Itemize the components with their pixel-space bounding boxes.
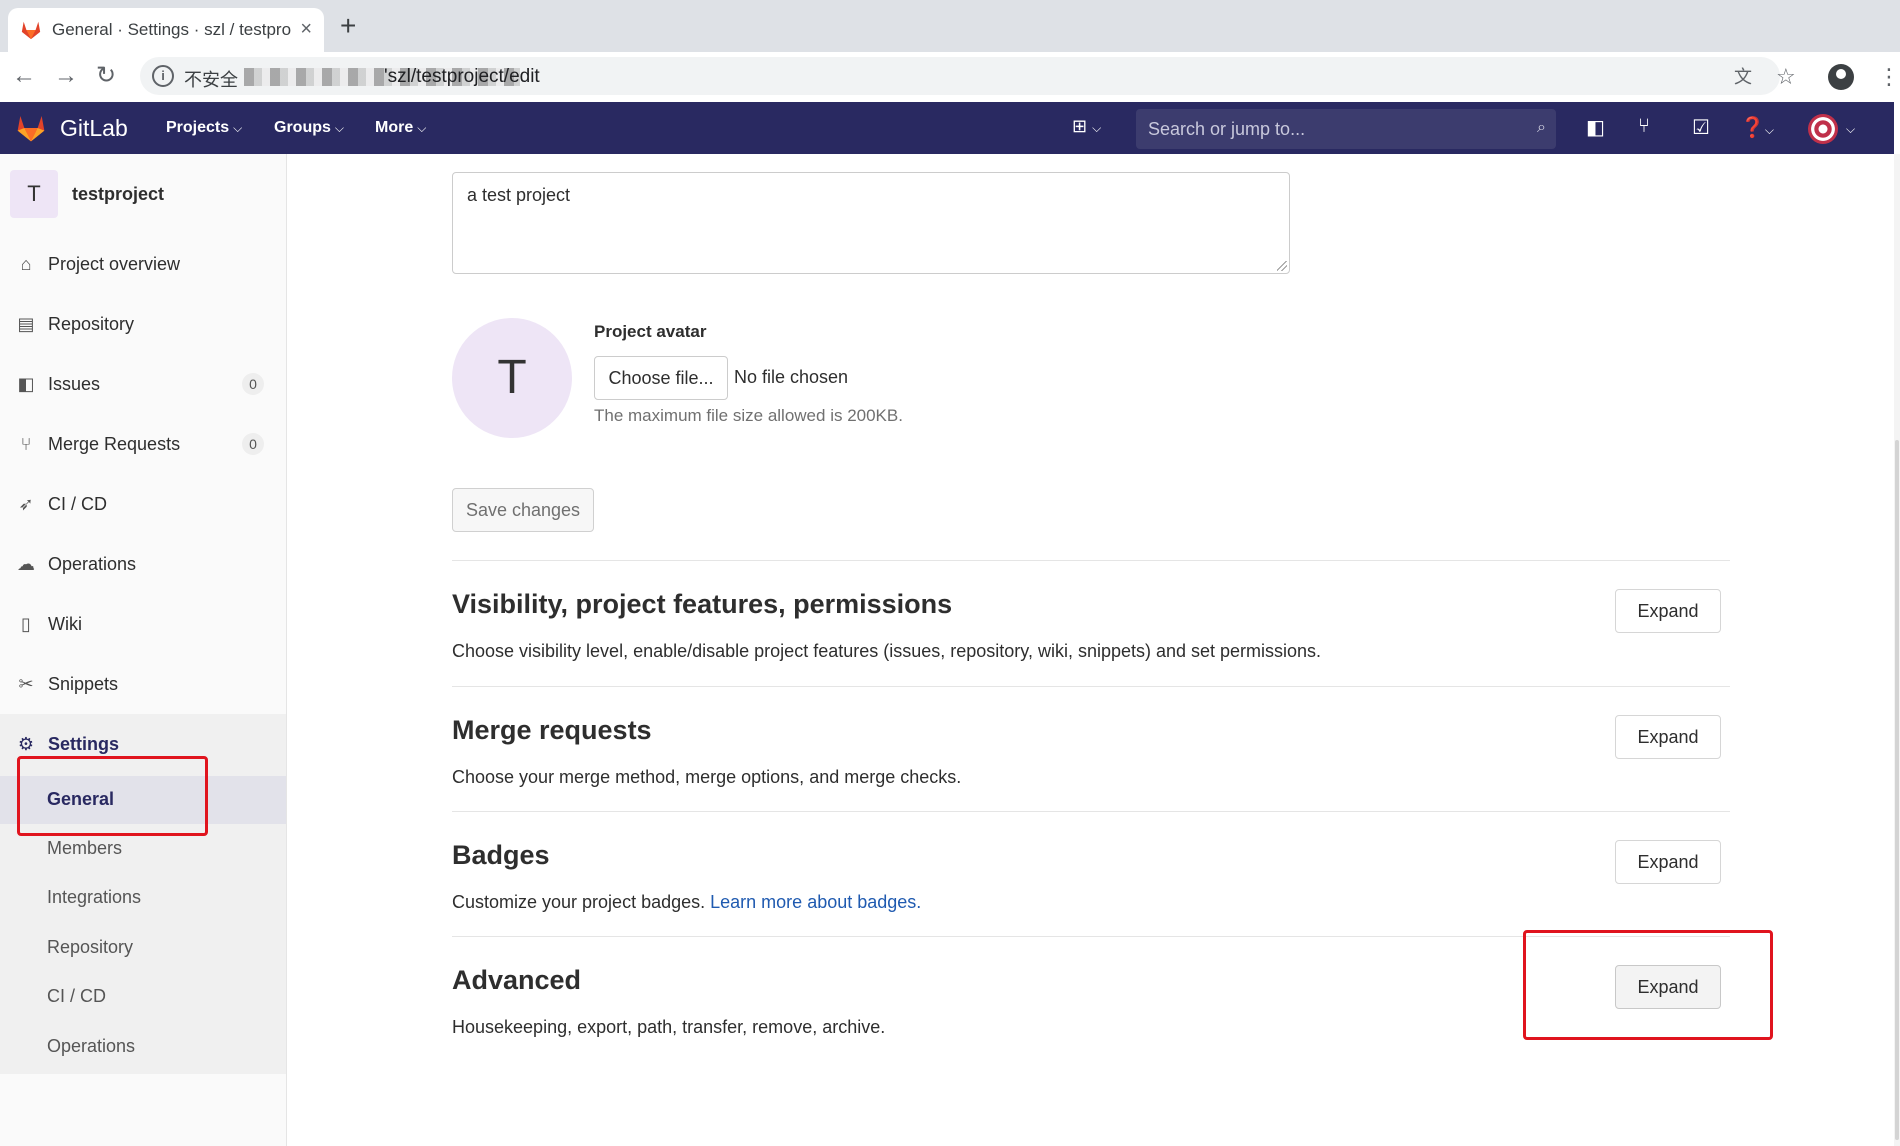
user-avatar[interactable] [1808, 114, 1838, 144]
home-icon: ⌂ [20, 253, 32, 274]
scissors-icon: ✂ [18, 673, 34, 694]
project-avatar: T [10, 170, 58, 218]
chevron-down-icon: ⌵ [417, 121, 427, 135]
section-description: Choose your merge method, merge options,… [452, 767, 962, 787]
gitlab-brand[interactable]: GitLab [60, 115, 128, 142]
info-icon[interactable]: i [152, 65, 174, 87]
nav-groups[interactable]: Groups ⌵ [274, 119, 344, 137]
section-title: Advanced [452, 965, 582, 995]
insecure-label: 不安全 [184, 70, 238, 90]
new-tab-icon[interactable]: + [340, 12, 356, 40]
save-changes-button[interactable]: Save changes [452, 488, 594, 532]
tab-title: General · Settings · szl / testpro [52, 20, 292, 39]
expand-visibility-button[interactable]: Expand [1615, 589, 1721, 633]
back-icon[interactable]: ← [12, 62, 36, 90]
sidebar-item-ci-cd[interactable]: ➶ CI / CD [0, 480, 286, 528]
todo-icon[interactable]: ☑ [1692, 115, 1710, 140]
browser-toolbar: ← → ↻ i 不安全 'szl/testproject/edit 文 ☆ ⋮ [0, 52, 1900, 100]
sidebar-item-merge-requests[interactable]: ⑂ Merge Requests 0 [0, 420, 286, 468]
project-name: testproject [72, 183, 165, 204]
section-title: Visibility, project features, permission… [452, 589, 953, 619]
sidebar-item-issues[interactable]: ◧ Issues 0 [0, 360, 286, 408]
tab-close-icon[interactable]: × [300, 18, 312, 41]
sidebar-item-repository[interactable]: ▤ Repository [0, 300, 286, 348]
rocket-icon: ➶ [18, 493, 34, 514]
gitlab-logo-icon[interactable] [14, 112, 48, 144]
nav-more[interactable]: More ⌵ [375, 119, 426, 137]
translate-icon[interactable]: 文 [1734, 66, 1752, 88]
browser-tab[interactable]: General · Settings · szl / testpro × [8, 8, 324, 52]
section-title: Merge requests [452, 715, 652, 745]
browser-tabstrip: General · Settings · szl / testpro × + [0, 0, 1900, 52]
chevron-down-icon: ⌵ [233, 121, 243, 135]
resize-grip-icon[interactable] [1277, 261, 1287, 271]
search-icon: ⌕ [1537, 119, 1546, 136]
section-description: Housekeeping, export, path, transfer, re… [452, 1017, 886, 1037]
issues-icon: ◧ [17, 373, 35, 394]
project-avatar-preview: T [452, 318, 572, 438]
highlight-box-general [17, 756, 208, 836]
book-icon: ▯ [21, 613, 31, 634]
settings-sub-repository[interactable]: Repository [47, 937, 133, 958]
merge-requests-count-badge: 0 [242, 433, 264, 455]
section-description: Choose visibility level, enable/disable … [452, 641, 1322, 661]
sidebar-item-operations[interactable]: ☁ Operations [0, 540, 286, 588]
section-title: Badges [452, 840, 550, 870]
sidebar-project-header[interactable]: T testproject [10, 170, 164, 218]
merge-request-icon[interactable]: ⑂ [1638, 115, 1650, 138]
highlight-box-advanced-expand [1523, 930, 1773, 1040]
search-box[interactable]: ⌕ [1136, 109, 1556, 150]
settings-sub-ci-cd[interactable]: CI / CD [47, 986, 106, 1007]
browser-profile-icon[interactable] [1828, 64, 1854, 90]
help-icon[interactable]: ❓⌵ [1740, 115, 1774, 140]
section-badges: Badges Customize your project badges. Le… [452, 811, 1730, 937]
settings-sub-operations[interactable]: Operations [47, 1036, 135, 1057]
expand-badges-button[interactable]: Expand [1615, 840, 1721, 884]
sidebar-item-project-overview[interactable]: ⌂ Project overview [0, 240, 286, 288]
new-item-icon[interactable]: ⊞ ⌵ [1072, 116, 1101, 137]
merge-request-icon: ⑂ [20, 433, 32, 454]
chevron-down-icon: ⌵ [334, 121, 344, 135]
reload-icon[interactable]: ↻ [96, 62, 116, 90]
max-file-size-hint: The maximum file size allowed is 200KB. [594, 406, 903, 425]
sidebar-item-wiki[interactable]: ▯ Wiki [0, 600, 286, 648]
forward-icon[interactable]: → [54, 62, 78, 90]
page-scrollbar-thumb[interactable] [1895, 440, 1899, 1140]
bookmark-star-icon[interactable]: ☆ [1776, 66, 1796, 88]
choose-file-button[interactable]: Choose file... [594, 356, 728, 400]
issues-count-badge: 0 [242, 373, 264, 395]
nav-projects[interactable]: Projects ⌵ [166, 119, 242, 137]
gitlab-header: GitLab Projects⌵ Groups⌵ More⌵ ⊞ ⌵ ⌕ ◧ ⑂… [0, 102, 1894, 154]
settings-sub-integrations[interactable]: Integrations [47, 887, 141, 908]
search-input[interactable] [1136, 109, 1496, 150]
project-avatar-label: Project avatar [594, 322, 707, 341]
section-merge-requests: Merge requests Choose your merge method,… [452, 686, 1730, 812]
learn-more-badges-link[interactable]: Learn more about badges. [710, 892, 921, 912]
browser-menu-icon[interactable]: ⋮ [1878, 66, 1900, 88]
project-description-textarea[interactable]: a test project [452, 172, 1290, 274]
cloud-icon: ☁ [17, 553, 35, 574]
expand-merge-requests-button[interactable]: Expand [1615, 715, 1721, 759]
project-sidebar: T testproject ⌂ Project overview ▤ Reposit… [0, 154, 287, 1146]
gitlab-favicon-icon [21, 21, 41, 40]
issues-icon[interactable]: ◧ [1586, 115, 1605, 140]
document-icon: ▤ [17, 313, 35, 334]
address-bar[interactable]: i 不安全 'szl/testproject/edit [140, 57, 1780, 95]
chevron-down-icon[interactable]: ⌵ [1846, 122, 1855, 137]
section-visibility: Visibility, project features, permission… [452, 560, 1730, 686]
gear-icon: ⚙ [17, 733, 35, 754]
settings-sub-members[interactable]: Members [47, 838, 122, 859]
sidebar-item-snippets[interactable]: ✂ Snippets [0, 660, 286, 708]
url-path: 'szl/testproject/edit [384, 66, 540, 87]
section-description: Customize your project badges. Learn mor… [452, 892, 922, 912]
file-status-text: No file chosen [734, 367, 849, 387]
